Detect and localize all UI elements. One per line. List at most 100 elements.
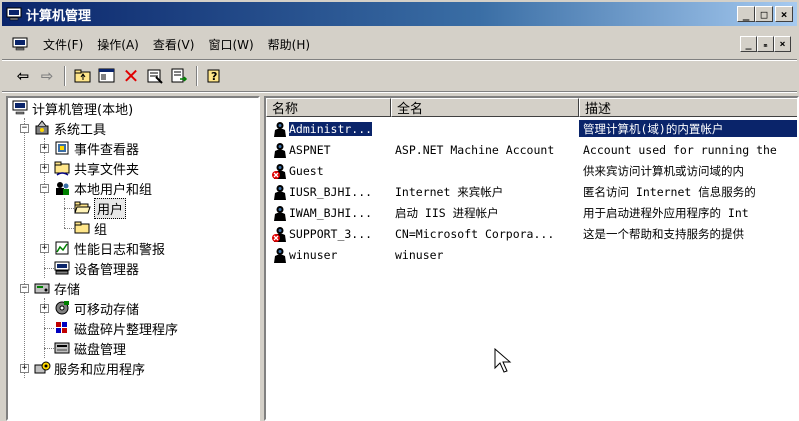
- tree-label: 存储: [54, 282, 81, 298]
- tree-line: [44, 268, 54, 269]
- user-name: IUSR_BJHI...: [289, 184, 373, 199]
- user-row[interactable]: SUPPORT_3... CN=Microsoft Corpora... 这是一个帮…: [266, 223, 797, 244]
- tree-node-system-tools[interactable]: 系统工具: [34, 118, 106, 138]
- show-tree-icon[interactable]: [96, 65, 118, 87]
- maximize-button[interactable]: □: [755, 6, 773, 22]
- user-row[interactable]: IUSR_BJHI... Internet 来宾帐户 匿名访问 Internet 信…: [266, 181, 797, 202]
- menu-help[interactable]: 帮助(H): [261, 36, 317, 53]
- user-full-name: CN=Microsoft Corpora...: [395, 226, 555, 241]
- tree-node-disk-management[interactable]: 磁盘管理: [54, 338, 126, 358]
- user-row[interactable]: IWAM_BJHI... 启动 IIS 进程帐户 用于启动进程外应用程序的 Int: [266, 202, 797, 223]
- user-icon: [274, 121, 286, 137]
- title-bar[interactable]: 计算机管理 _ □ ×: [2, 2, 797, 26]
- forward-icon[interactable]: ⇨: [36, 65, 58, 87]
- user-row[interactable]: Guest 供来宾访问计算机或访问域的内: [266, 160, 797, 181]
- tree-node-services-applications[interactable]: 服务和应用程序: [34, 358, 145, 378]
- tree-label: 事件查看器: [74, 142, 140, 158]
- collapse-toggle[interactable]: −: [20, 124, 29, 133]
- expand-toggle[interactable]: +: [40, 144, 49, 153]
- column-headers: 名称 全名 描述: [266, 98, 797, 117]
- menu-bar: 文件(F) 操作(A) 查看(V) 窗口(W) 帮助(H) _ ₘ ×: [2, 29, 797, 59]
- user-description: 这是一个帮助和支持服务的提供: [583, 226, 744, 241]
- tree-label: 计算机管理(本地): [32, 102, 134, 118]
- export-icon[interactable]: [168, 65, 190, 87]
- collapse-toggle[interactable]: −: [20, 284, 29, 293]
- details-list[interactable]: 名称 全名 描述 Administr... 管理计算机(域)的内置帐户 ASPNET…: [264, 96, 799, 421]
- tree-node-users[interactable]: 用户: [74, 197, 127, 219]
- tree-label: 性能日志和警报: [74, 242, 166, 258]
- tree-node-shared-folders[interactable]: 共享文件夹: [54, 158, 139, 178]
- tree-node-storage[interactable]: 存储: [34, 278, 80, 298]
- tree-node-disk-defragmenter[interactable]: 磁盘碎片整理程序: [54, 318, 178, 338]
- console-icon[interactable]: [12, 37, 28, 51]
- user-icon: [274, 142, 286, 158]
- back-icon[interactable]: ⇦: [12, 65, 34, 87]
- column-header-name[interactable]: 名称: [266, 98, 391, 117]
- delete-icon[interactable]: ✕: [120, 64, 142, 88]
- user-description: 供来宾访问计算机或访问域的内: [583, 163, 744, 178]
- user-name-cell: winuser: [266, 247, 391, 263]
- user-description: 用于启动进程外应用程序的 Int: [583, 205, 749, 220]
- child-close-button[interactable]: ×: [774, 36, 791, 52]
- user-full-name: winuser: [395, 247, 444, 262]
- menu-window[interactable]: 窗口(W): [201, 36, 260, 53]
- column-header-full-name[interactable]: 全名: [391, 98, 579, 117]
- user-description: 管理计算机(域)的内置帐户: [579, 120, 797, 137]
- device-manager-icon: [54, 261, 70, 275]
- child-restore-button[interactable]: ₘ: [757, 36, 774, 52]
- properties-icon[interactable]: [144, 65, 166, 87]
- tree-label: 设备管理器: [74, 262, 140, 278]
- minimize-button[interactable]: _: [737, 6, 755, 22]
- up-folder-icon[interactable]: [72, 65, 94, 87]
- user-full-name: Internet 来宾帐户: [395, 184, 504, 199]
- user-description: 匿名访问 Internet 信息服务的: [583, 184, 756, 199]
- removable-storage-icon: [55, 301, 69, 315]
- tools-icon: [35, 120, 49, 135]
- services-icon: [34, 361, 51, 374]
- defrag-icon: [56, 322, 67, 333]
- expand-toggle[interactable]: +: [40, 244, 49, 253]
- user-row[interactable]: Administr... 管理计算机(域)的内置帐户: [266, 118, 797, 139]
- child-minimize-button[interactable]: _: [740, 36, 757, 52]
- tree-node-performance-logs[interactable]: 性能日志和警报: [54, 238, 165, 258]
- user-icon: [274, 247, 286, 263]
- menu-view[interactable]: 查看(V): [146, 36, 202, 53]
- menu-file[interactable]: 文件(F): [36, 36, 90, 53]
- event-viewer-icon: [55, 141, 69, 155]
- user-name: SUPPORT_3...: [289, 226, 373, 241]
- user-name-cell: IUSR_BJHI...: [266, 184, 391, 200]
- tree-node-removable-storage[interactable]: 可移动存储: [54, 298, 139, 318]
- tree-node-local-users-groups[interactable]: 本地用户和组: [54, 178, 152, 198]
- svg-text:?: ?: [211, 70, 217, 83]
- shared-folder-icon: [54, 161, 70, 176]
- user-row[interactable]: winuser winuser: [266, 244, 797, 265]
- help-icon[interactable]: ?: [204, 65, 226, 87]
- expand-toggle[interactable]: +: [40, 164, 49, 173]
- expand-toggle[interactable]: +: [40, 304, 49, 313]
- user-name-cell: IWAM_BJHI...: [266, 205, 391, 221]
- tree-label: 共享文件夹: [74, 162, 140, 178]
- tree-line: [44, 138, 45, 278]
- tree-label: 可移动存储: [74, 302, 140, 318]
- user-row[interactable]: ASPNET ASP.NET Machine Account Account use…: [266, 139, 797, 160]
- tree-line: [64, 208, 74, 209]
- user-name: winuser: [289, 247, 338, 262]
- column-header-description[interactable]: 描述: [579, 98, 797, 117]
- computer-management-icon: [6, 7, 22, 21]
- menu-separator: [2, 59, 797, 61]
- user-name-cell: ASPNET: [266, 142, 391, 158]
- users-groups-icon: [56, 182, 69, 195]
- tree-label: 磁盘管理: [74, 342, 127, 358]
- tree-line: [64, 228, 74, 229]
- tree-node-event-viewer[interactable]: 事件查看器: [54, 138, 139, 158]
- collapse-toggle[interactable]: −: [40, 184, 49, 193]
- user-name-cell: Guest: [266, 163, 391, 179]
- tree-node-device-manager[interactable]: 设备管理器: [54, 258, 139, 278]
- menu-action[interactable]: 操作(A): [90, 36, 146, 53]
- user-name: IWAM_BJHI...: [289, 205, 373, 220]
- tree-node-groups[interactable]: 组: [74, 218, 107, 238]
- close-button[interactable]: ×: [775, 6, 793, 22]
- tree-node-computer-management[interactable]: 计算机管理(本地): [12, 98, 133, 118]
- console-tree[interactable]: 计算机管理(本地) − 系统工具 + 事件查看器 + 共享文件夹 − 本地用户和…: [6, 96, 260, 421]
- expand-toggle[interactable]: +: [20, 364, 29, 373]
